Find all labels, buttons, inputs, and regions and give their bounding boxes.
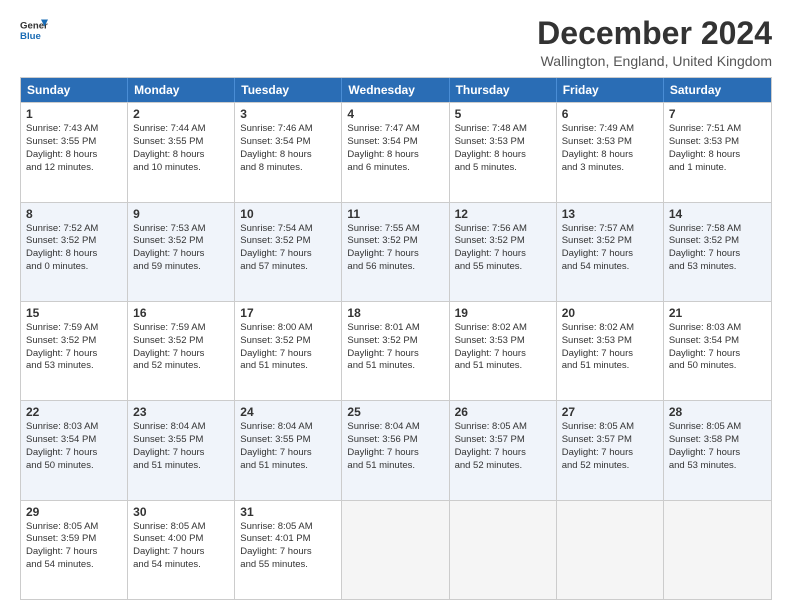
cell-1-sat: 7 Sunrise: 7:51 AM Sunset: 3:53 PM Dayli… — [664, 103, 771, 201]
cell-4-sun: 22 Sunrise: 8:03 AM Sunset: 3:54 PM Dayl… — [21, 401, 128, 499]
header-tuesday: Tuesday — [235, 78, 342, 102]
cell-2-sun: 8 Sunrise: 7:52 AM Sunset: 3:52 PM Dayli… — [21, 203, 128, 301]
cell-1-sun: 1 Sunrise: 7:43 AM Sunset: 3:55 PM Dayli… — [21, 103, 128, 201]
calendar-body: 1 Sunrise: 7:43 AM Sunset: 3:55 PM Dayli… — [21, 102, 771, 599]
cell-3-sun: 15 Sunrise: 7:59 AM Sunset: 3:52 PM Dayl… — [21, 302, 128, 400]
header-friday: Friday — [557, 78, 664, 102]
cell-2-sat: 14 Sunrise: 7:58 AM Sunset: 3:52 PM Dayl… — [664, 203, 771, 301]
cell-2-mon: 9 Sunrise: 7:53 AM Sunset: 3:52 PM Dayli… — [128, 203, 235, 301]
cell-3-wed: 18 Sunrise: 8:01 AM Sunset: 3:52 PM Dayl… — [342, 302, 449, 400]
cal-row-3: 15 Sunrise: 7:59 AM Sunset: 3:52 PM Dayl… — [21, 301, 771, 400]
header-monday: Monday — [128, 78, 235, 102]
cell-1-tue: 3 Sunrise: 7:46 AM Sunset: 3:54 PM Dayli… — [235, 103, 342, 201]
main-title: December 2024 — [537, 16, 772, 51]
cell-1-wed: 4 Sunrise: 7:47 AM Sunset: 3:54 PM Dayli… — [342, 103, 449, 201]
cell-1-fri: 6 Sunrise: 7:49 AM Sunset: 3:53 PM Dayli… — [557, 103, 664, 201]
cell-4-fri: 27 Sunrise: 8:05 AM Sunset: 3:57 PM Dayl… — [557, 401, 664, 499]
cell-2-thu: 12 Sunrise: 7:56 AM Sunset: 3:52 PM Dayl… — [450, 203, 557, 301]
cell-4-tue: 24 Sunrise: 8:04 AM Sunset: 3:55 PM Dayl… — [235, 401, 342, 499]
subtitle: Wallington, England, United Kingdom — [537, 53, 772, 69]
cell-3-sat: 21 Sunrise: 8:03 AM Sunset: 3:54 PM Dayl… — [664, 302, 771, 400]
cell-3-fri: 20 Sunrise: 8:02 AM Sunset: 3:53 PM Dayl… — [557, 302, 664, 400]
page: General Blue December 2024 Wallington, E… — [0, 0, 792, 612]
cell-1-mon: 2 Sunrise: 7:44 AM Sunset: 3:55 PM Dayli… — [128, 103, 235, 201]
cal-row-4: 22 Sunrise: 8:03 AM Sunset: 3:54 PM Dayl… — [21, 400, 771, 499]
title-block: December 2024 Wallington, England, Unite… — [537, 16, 772, 69]
cell-3-thu: 19 Sunrise: 8:02 AM Sunset: 3:53 PM Dayl… — [450, 302, 557, 400]
cell-2-tue: 10 Sunrise: 7:54 AM Sunset: 3:52 PM Dayl… — [235, 203, 342, 301]
header: General Blue December 2024 Wallington, E… — [20, 16, 772, 69]
header-sunday: Sunday — [21, 78, 128, 102]
cell-2-fri: 13 Sunrise: 7:57 AM Sunset: 3:52 PM Dayl… — [557, 203, 664, 301]
cell-3-tue: 17 Sunrise: 8:00 AM Sunset: 3:52 PM Dayl… — [235, 302, 342, 400]
header-saturday: Saturday — [664, 78, 771, 102]
cell-4-sat: 28 Sunrise: 8:05 AM Sunset: 3:58 PM Dayl… — [664, 401, 771, 499]
calendar-header: Sunday Monday Tuesday Wednesday Thursday… — [21, 78, 771, 102]
cell-5-fri-empty — [557, 501, 664, 599]
calendar: Sunday Monday Tuesday Wednesday Thursday… — [20, 77, 772, 600]
cal-row-2: 8 Sunrise: 7:52 AM Sunset: 3:52 PM Dayli… — [21, 202, 771, 301]
cell-5-sat-empty — [664, 501, 771, 599]
cell-4-thu: 26 Sunrise: 8:05 AM Sunset: 3:57 PM Dayl… — [450, 401, 557, 499]
cell-5-tue: 31 Sunrise: 8:05 AM Sunset: 4:01 PM Dayl… — [235, 501, 342, 599]
header-thursday: Thursday — [450, 78, 557, 102]
cell-2-wed: 11 Sunrise: 7:55 AM Sunset: 3:52 PM Dayl… — [342, 203, 449, 301]
cell-5-thu-empty — [450, 501, 557, 599]
cell-4-wed: 25 Sunrise: 8:04 AM Sunset: 3:56 PM Dayl… — [342, 401, 449, 499]
cell-4-mon: 23 Sunrise: 8:04 AM Sunset: 3:55 PM Dayl… — [128, 401, 235, 499]
cell-5-sun: 29 Sunrise: 8:05 AM Sunset: 3:59 PM Dayl… — [21, 501, 128, 599]
cal-row-1: 1 Sunrise: 7:43 AM Sunset: 3:55 PM Dayli… — [21, 102, 771, 201]
cell-1-thu: 5 Sunrise: 7:48 AM Sunset: 3:53 PM Dayli… — [450, 103, 557, 201]
cell-5-mon: 30 Sunrise: 8:05 AM Sunset: 4:00 PM Dayl… — [128, 501, 235, 599]
cell-3-mon: 16 Sunrise: 7:59 AM Sunset: 3:52 PM Dayl… — [128, 302, 235, 400]
cal-row-5: 29 Sunrise: 8:05 AM Sunset: 3:59 PM Dayl… — [21, 500, 771, 599]
logo-icon: General Blue — [20, 16, 48, 44]
cell-5-wed-empty — [342, 501, 449, 599]
svg-text:Blue: Blue — [20, 31, 41, 42]
logo: General Blue — [20, 16, 48, 44]
day-num: 1 — [26, 107, 122, 121]
header-wednesday: Wednesday — [342, 78, 449, 102]
